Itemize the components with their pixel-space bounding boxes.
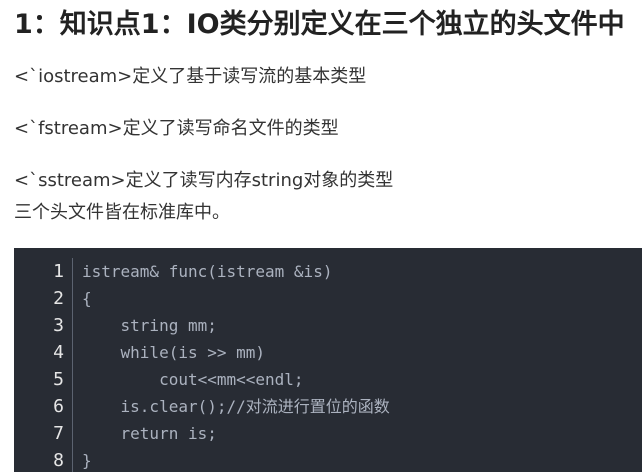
line-number: 6 — [53, 396, 64, 417]
code-block: 1 2 3 4 5 6 7 8 istream& func(istream &i… — [14, 248, 642, 472]
line-number: 3 — [53, 315, 64, 336]
paragraph-iostream: <`iostream>定义了基于读写流的基本类型 — [14, 66, 367, 87]
section-heading: 1：知识点1：IO类分别定义在三个独立的头文件中 — [14, 9, 625, 40]
code-line: while(is >> mm) — [82, 343, 266, 362]
paragraph-fstream: <`fstream>定义了读写命名文件的类型 — [14, 118, 339, 139]
code-line: istream& func(istream &is) — [82, 262, 333, 281]
line-number: 7 — [53, 423, 64, 444]
paragraph-standard-library: 三个头文件皆在标准库中。 — [14, 202, 230, 223]
line-number: 2 — [53, 288, 64, 309]
line-number: 5 — [53, 369, 64, 390]
code-line: { — [82, 289, 92, 308]
code-line: string mm; — [82, 316, 217, 335]
line-number: 1 — [53, 261, 64, 282]
code-line: cout<<mm<<endl; — [82, 370, 304, 389]
gutter-divider — [72, 258, 73, 472]
code-line: return is; — [82, 424, 217, 443]
line-number-gutter: 1 2 3 4 5 6 7 8 — [14, 258, 72, 472]
line-number: 4 — [53, 342, 64, 363]
code-line: } — [82, 451, 92, 470]
line-number: 8 — [53, 450, 64, 471]
paragraph-sstream: <`sstream>定义了读写内存string对象的类型 — [14, 170, 394, 191]
code-line: is.clear();//对流进行置位的函数 — [82, 397, 390, 416]
code-content[interactable]: istream& func(istream &is) { string mm; … — [82, 258, 390, 472]
